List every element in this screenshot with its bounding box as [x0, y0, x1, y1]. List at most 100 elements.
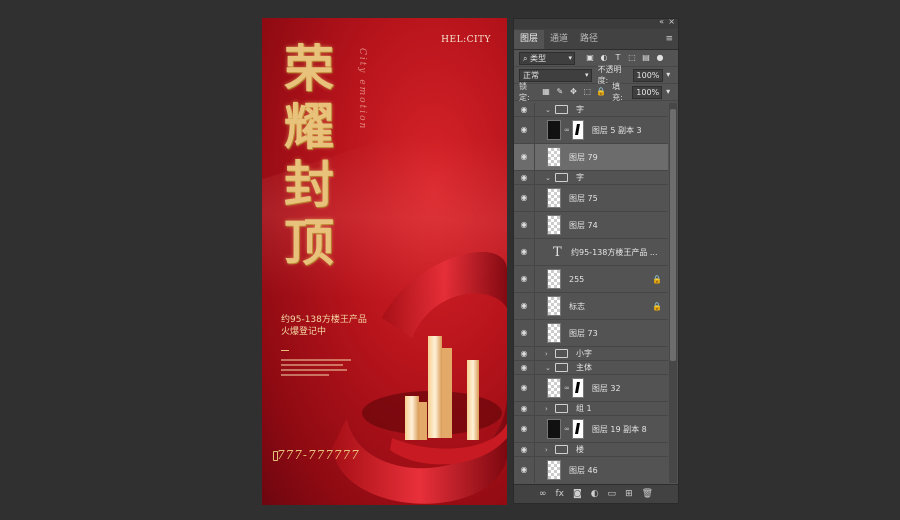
layer-row[interactable]: ◉ ∞ 图层 32 [514, 375, 668, 402]
layer-row-selected[interactable]: ◉ 图层 79 [514, 144, 668, 171]
chevron-right-icon[interactable]: › [545, 350, 553, 358]
eye-icon[interactable]: ◉ [514, 266, 535, 292]
layer-group[interactable]: ◉ ⌄ 字 [514, 103, 668, 117]
adjustment-icon[interactable]: ◐ [591, 489, 599, 499]
pixel-filter-icon[interactable]: ▣ [585, 53, 595, 63]
layer-thumbnail [547, 120, 561, 140]
layers-scrollbar[interactable] [669, 103, 677, 483]
panel-footer: ∞ fx ◙ ◐ ▭ ⊞ 🗑 [514, 484, 678, 503]
shape-filter-icon[interactable]: ⬚ [627, 53, 637, 63]
eye-icon[interactable]: ◉ [514, 402, 535, 415]
poster-title: 荣 耀 封 顶 [284, 40, 364, 272]
folder-icon[interactable]: ▭ [608, 489, 617, 499]
search-icon: ⌕ [523, 53, 528, 63]
phone-number: 777-777777 [277, 448, 360, 462]
layer-thumbnail [547, 323, 561, 343]
layer-group[interactable]: ◉ ⌄ 主体 [514, 361, 668, 375]
lock-icon: 🔒 [652, 301, 662, 311]
adjustment-filter-icon[interactable]: ◐ [599, 53, 609, 63]
panel-menu-icon[interactable]: ≡ [665, 30, 673, 49]
smart-object-filter-icon[interactable]: ▤ [641, 53, 651, 63]
chevron-down-icon[interactable]: ▾ [663, 87, 673, 97]
new-layer-icon[interactable]: ⊞ [625, 489, 633, 499]
fill-field[interactable]: 100% [632, 85, 663, 99]
link-icon: ∞ [564, 384, 570, 392]
eye-icon[interactable]: ◉ [514, 144, 535, 170]
layer-thumbnail [547, 188, 561, 208]
eye-icon[interactable]: ◉ [514, 457, 535, 483]
eye-icon[interactable]: ◉ [514, 375, 535, 401]
opacity-field[interactable]: 100% [632, 68, 663, 82]
layer-group[interactable]: ◉ › 楼 [514, 443, 668, 457]
mask-icon[interactable]: ◙ [573, 489, 582, 499]
eye-icon[interactable]: ◉ [514, 185, 535, 211]
eye-icon[interactable]: ◉ [514, 361, 535, 374]
tab-channels[interactable]: 通道 [544, 30, 574, 49]
layer-name: 字 [576, 173, 584, 182]
layer-name: 小字 [576, 349, 592, 358]
lock-row: 锁定: ▦ ✎ ✥ ⬚ 🔒 填充: 100% ▾ [514, 82, 678, 102]
chevron-down-icon[interactable]: ▾ [664, 70, 674, 80]
eye-icon[interactable]: ◉ [514, 347, 535, 360]
eye-icon[interactable]: ◉ [514, 171, 535, 184]
title-char: 荣 [284, 39, 334, 98]
layer-row[interactable]: ◉ ∞ 图层 5 副本 3 [514, 117, 668, 144]
layer-group[interactable]: ◉ ⌄ 字 [514, 171, 668, 185]
lock-label: 锁定: [519, 82, 530, 102]
layer-row[interactable]: ◉ 标志 🔒 [514, 293, 668, 320]
layer-thumbnail [547, 419, 561, 439]
filter-row: ⌕ 类型 ▾ ▣ ◐ T ⬚ ▤ ● [514, 50, 678, 67]
chevron-right-icon[interactable]: › [545, 446, 553, 454]
type-filter-icon[interactable]: T [613, 53, 623, 63]
link-icon: ∞ [564, 126, 570, 134]
eye-icon[interactable]: ◉ [514, 212, 535, 238]
fx-icon[interactable]: fx [555, 489, 564, 499]
link-icon: ∞ [564, 425, 570, 433]
layer-row[interactable]: ◉ 255 🔒 [514, 266, 668, 293]
collapse-icon[interactable]: « [659, 17, 664, 26]
eye-icon[interactable]: ◉ [514, 117, 535, 143]
eye-icon[interactable]: ◉ [514, 443, 535, 456]
fine-print [281, 359, 351, 379]
layer-row[interactable]: ◉ 图层 46 [514, 457, 668, 483]
eye-icon[interactable]: ◉ [514, 293, 535, 319]
brand-logo: HEL:CITY [441, 35, 491, 45]
chevron-down-icon[interactable]: ⌄ [545, 364, 553, 372]
filter-toggle-icon[interactable]: ● [655, 53, 665, 63]
layer-group[interactable]: ◉ › 小字 [514, 347, 668, 361]
tab-paths[interactable]: 路径 [574, 30, 604, 49]
layer-thumbnail [547, 460, 561, 480]
lock-artboard-icon[interactable]: ⬚ [582, 87, 592, 97]
eye-icon[interactable]: ◉ [514, 320, 535, 346]
eye-icon[interactable]: ◉ [514, 103, 535, 116]
tab-layers[interactable]: 图层 [514, 30, 545, 49]
layer-mask-thumbnail [571, 419, 584, 439]
eye-icon[interactable]: ◉ [514, 239, 535, 265]
link-icon[interactable]: ∞ [539, 489, 547, 499]
layer-row[interactable]: ◉ 图层 73 [514, 320, 668, 347]
layer-row[interactable]: ◉ ∞ 图层 19 副本 8 [514, 416, 668, 443]
lock-image-icon[interactable]: ✎ [555, 87, 565, 97]
layer-name: 255 [569, 274, 585, 284]
lock-all-icon[interactable]: 🔒 [596, 87, 606, 97]
chevron-right-icon[interactable]: › [545, 405, 553, 413]
lock-transparent-icon[interactable]: ▦ [541, 87, 551, 97]
blend-mode-value: 正常 [523, 70, 539, 80]
chevron-down-icon[interactable]: ⌄ [545, 106, 553, 114]
canvas-poster[interactable]: HEL:CITY 荣 耀 封 顶 City emotion 约95-138方楼王… [262, 18, 507, 505]
scrollbar-thumb[interactable] [670, 109, 676, 361]
close-icon[interactable]: × [668, 17, 675, 26]
blend-mode-select[interactable]: 正常 ▾ [519, 68, 592, 82]
layer-row-text[interactable]: ◉ T 约95-138方楼王产品 ... [514, 239, 668, 266]
lock-position-icon[interactable]: ✥ [569, 87, 579, 97]
layer-group[interactable]: ◉ › 组 1 [514, 402, 668, 416]
layer-row[interactable]: ◉ 图层 74 [514, 212, 668, 239]
chevron-down-icon[interactable]: ⌄ [545, 174, 553, 182]
filter-select[interactable]: ⌕ 类型 ▾ [519, 51, 575, 65]
layer-thumbnail [547, 296, 561, 316]
eye-icon[interactable]: ◉ [514, 416, 535, 442]
layer-row[interactable]: ◉ 图层 75 [514, 185, 668, 212]
trash-icon[interactable]: 🗑 [642, 489, 653, 499]
layer-thumbnail [547, 147, 561, 167]
fill-label: 填充: [612, 82, 623, 102]
